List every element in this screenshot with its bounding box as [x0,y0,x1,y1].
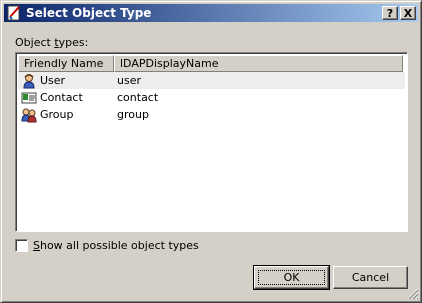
group-icon [21,108,37,122]
show-all-checkbox[interactable] [15,239,28,252]
list-header: Friendly Name lDAPDisplayName [18,55,405,72]
list-item-contact[interactable]: Contact contact [18,89,405,106]
ok-button[interactable]: OK [253,265,330,290]
help-button[interactable]: ? [382,6,398,20]
list-item-group[interactable]: Group group [18,106,405,123]
cancel-button[interactable]: Cancel [333,266,408,289]
select-object-type-dialog: Select Object Type ? X Object types: Fri… [0,0,422,303]
list-item-ldap-name: group [117,108,149,121]
column-header-ldap-display-name[interactable]: lDAPDisplayName [114,55,403,72]
list-item-friendly-name: Group [40,108,74,121]
show-all-option[interactable]: Show all possible object types [15,239,199,252]
contact-icon [21,92,37,103]
list-item-user[interactable]: User user [18,72,405,89]
resize-grip-icon[interactable] [407,288,419,300]
dialog-icon [7,5,20,21]
list-item-friendly-name: User [40,74,66,87]
column-header-friendly-name[interactable]: Friendly Name [18,55,114,72]
window-title: Select Object Type [26,6,152,20]
focus-rectangle [258,270,325,285]
user-icon [23,73,35,88]
object-types-label: Object types: [15,36,89,49]
list-item-friendly-name: Contact [40,91,83,104]
title-bar[interactable]: Select Object Type ? X [4,4,418,22]
list-item-ldap-name: contact [117,91,159,104]
close-button[interactable]: X [400,6,416,20]
list-item-ldap-name: user [117,74,141,87]
object-types-list[interactable]: Friendly Name lDAPDisplayName User user [15,52,408,232]
show-all-label[interactable]: Show all possible object types [33,239,199,252]
